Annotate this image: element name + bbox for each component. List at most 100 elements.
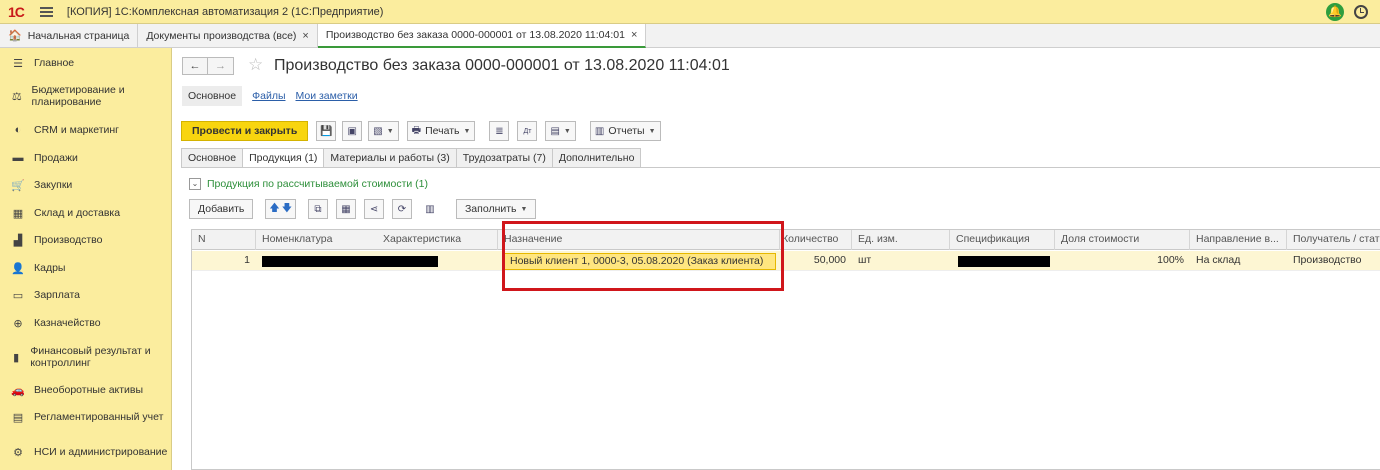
recalc-icon: ⟳ — [397, 203, 407, 215]
cell-direction: На склад — [1196, 254, 1241, 266]
tab-label: Документы производства (все) — [146, 29, 297, 42]
barcode-button[interactable]: ▥ — [420, 199, 440, 219]
chart-icon: ▮ — [13, 351, 20, 364]
paste-icon: ▦ — [341, 203, 351, 215]
sidebar-item-admin[interactable]: ⚙ НСИ и администрирование — [0, 437, 172, 467]
subnav-notes-link[interactable]: Мои заметки — [296, 90, 358, 102]
post-and-close-button[interactable]: Провести и закрыть — [181, 121, 309, 141]
fill-button[interactable]: Заполнить ▼ — [455, 199, 537, 219]
save-button[interactable]: 💾 — [316, 121, 337, 141]
tab-materials[interactable]: Материалы и работы (3) — [324, 148, 457, 168]
tab-home[interactable]: 🏠 Начальная страница — [0, 24, 139, 47]
table-header: N Номенклатура Характеристика Назначение… — [192, 230, 1380, 250]
post-button[interactable]: ▣ — [342, 121, 363, 141]
reports-button[interactable]: ▥ Отчеты ▼ — [589, 121, 661, 141]
menu-icon: ☰ — [13, 57, 23, 70]
sidebar-item-budget[interactable]: ⚖ Бюджетирование и планирование — [0, 81, 172, 111]
sidebar-item-label: Внеоборотные активы — [34, 384, 144, 396]
history-icon[interactable] — [1354, 5, 1368, 19]
tab-additional[interactable]: Дополнительно — [552, 148, 642, 168]
print-button[interactable]: 🖶 Печать ▼ — [406, 121, 476, 141]
sidebar-item-purchases[interactable]: 🛒 Закупки — [0, 174, 172, 196]
assets-icon: 🚗 — [11, 384, 25, 397]
attachments-button[interactable]: ▤ ▼ — [545, 121, 576, 141]
sidebar-item-label: Закупки — [34, 179, 73, 191]
move-buttons: 🡅 🡇 — [265, 199, 296, 219]
window-tabs: 🏠 Начальная страница Документы производс… — [0, 24, 1380, 48]
cell-cost-share: 100% — [1157, 254, 1184, 266]
favorite-star-icon[interactable]: ☆ — [248, 55, 263, 75]
sidebar-item-label: Продажи — [34, 152, 78, 164]
subnav-files-link[interactable]: Файлы — [252, 90, 285, 102]
cell-n: 1 — [244, 254, 250, 266]
col-characteristic[interactable]: Характеристика — [377, 230, 498, 250]
sidebar-item-salary[interactable]: ▭ Зарплата — [0, 284, 172, 306]
paste-button[interactable]: ▦ — [335, 199, 356, 219]
cell-quantity: 50,000 — [813, 254, 846, 266]
table-row[interactable]: 1 Новый клиент 1, 0000-3, 05.08.2020 (За… — [192, 251, 1380, 271]
sidebar-item-main[interactable]: ☰ Главное — [0, 52, 172, 74]
col-unit[interactable]: Ед. изм. — [852, 230, 950, 250]
create-based-on-button[interactable]: ▧ ▼ — [368, 121, 399, 141]
sidebar-item-assets[interactable]: 🚗 Внеоборотные активы — [0, 379, 172, 401]
sidebar-item-hr[interactable]: 👤 Кадры — [0, 257, 172, 279]
col-quantity[interactable]: Количество — [780, 230, 852, 250]
calc-icon: ▤ — [12, 411, 24, 424]
dt-kt-button[interactable]: Дт — [517, 121, 538, 141]
redacted-specification — [958, 256, 1050, 267]
cell-unit: шт — [858, 254, 872, 266]
tab-panel-border — [181, 167, 1380, 168]
notifications-icon[interactable]: 🔔 — [1326, 3, 1344, 21]
recalc-button[interactable]: ⟳ — [391, 199, 412, 219]
sidebar-item-label: Казначейство — [34, 317, 101, 329]
fill-label: Заполнить — [464, 203, 517, 215]
col-recipient[interactable]: Получатель / стать — [1287, 230, 1380, 250]
sidebar-item-production[interactable]: ▟ Производство — [0, 229, 172, 251]
col-specification[interactable]: Спецификация — [950, 230, 1055, 250]
copy-button[interactable]: ⧉ — [307, 199, 328, 219]
sidebar-item-label: Финансовый результат и контроллинг — [30, 345, 151, 369]
sidebar-item-crm[interactable]: ◐ CRM и маркетинг — [0, 119, 172, 141]
copy-icon: ⧉ — [314, 203, 322, 215]
move-down-icon[interactable]: 🡇 — [282, 201, 292, 218]
move-up-icon[interactable]: 🡅 — [269, 201, 279, 218]
sidebar-item-finance[interactable]: ▮ Финансовый результат и контроллинг — [0, 342, 172, 372]
col-n[interactable]: N — [192, 230, 256, 250]
structure-button[interactable]: ≣ — [489, 121, 510, 141]
col-nomenclature[interactable]: Номенклатура — [256, 230, 377, 250]
chevron-down-icon[interactable]: ⌄ — [189, 178, 201, 190]
sidebar-item-sales[interactable]: ▬ Продажи — [0, 147, 172, 169]
chevron-down-icon: ▼ — [563, 127, 571, 135]
tab-current-document[interactable]: Производство без заказа 0000-000001 от 1… — [317, 24, 647, 48]
tab-products[interactable]: Продукция (1) — [243, 148, 325, 168]
tab-label: Начальная страница — [27, 29, 130, 42]
close-icon[interactable]: × — [631, 29, 637, 41]
gear-icon: ⚙ — [13, 446, 23, 459]
split-button[interactable]: ⋖ — [363, 199, 384, 219]
sidebar-item-label: Главное — [34, 57, 75, 69]
col-direction[interactable]: Направление в... — [1190, 230, 1287, 250]
save-icon: 💾 — [320, 125, 333, 137]
sidebar-item-treasury[interactable]: ⊕ Казначейство — [0, 312, 172, 334]
budget-icon: ⚖ — [11, 90, 22, 103]
chevron-down-icon: ▼ — [520, 205, 528, 213]
tab-main[interactable]: Основное — [181, 148, 244, 168]
tab-labor[interactable]: Трудозатраты (7) — [456, 148, 553, 168]
sidebar-item-label: Кадры — [34, 262, 66, 274]
main-menu-icon[interactable] — [39, 6, 53, 17]
add-button[interactable]: Добавить — [189, 199, 254, 219]
close-icon[interactable]: × — [302, 30, 308, 42]
sidebar-item-regulated[interactable]: ▤ Регламентированный учет — [0, 406, 172, 428]
tab-production-docs[interactable]: Документы производства (все) × — [138, 24, 318, 47]
subnav-main[interactable]: Основное — [182, 86, 243, 106]
money-icon: ▭ — [12, 289, 24, 302]
list-icon: ≣ — [495, 125, 504, 137]
forward-button[interactable]: → — [208, 57, 234, 75]
chevron-down-icon: ▼ — [648, 127, 656, 135]
back-button[interactable]: ← — [182, 57, 208, 75]
group-label: Продукция по рассчитываемой стоимости (1… — [207, 178, 429, 190]
col-cost-share[interactable]: Доля стоимости — [1055, 230, 1190, 250]
sidebar-item-warehouse[interactable]: ▦ Склад и доставка — [0, 202, 172, 224]
group-header[interactable]: ⌄ Продукция по рассчитываемой стоимости … — [189, 178, 428, 190]
sidebar-item-label: Склад и доставка — [34, 207, 121, 219]
